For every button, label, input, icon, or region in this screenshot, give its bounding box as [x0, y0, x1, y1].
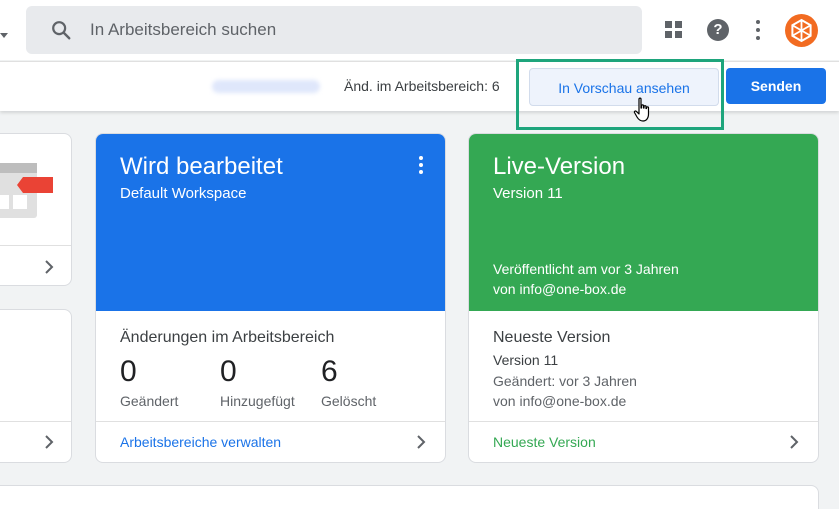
partial-left-card-top	[0, 133, 72, 286]
account-dropdown-caret-icon[interactable]	[0, 33, 8, 38]
workspace-card: Wird bearbeitet Default Workspace Änderu…	[95, 133, 446, 463]
top-app-bar: In Arbeitsbereich suchen ?	[0, 0, 839, 60]
partial-left-card-bottom	[0, 309, 72, 463]
live-version-number: Version 11	[493, 185, 563, 202]
account-avatar[interactable]	[785, 14, 818, 47]
more-vert-icon[interactable]	[754, 20, 762, 40]
manage-workspaces-link[interactable]: Arbeitsbereiche verwalten	[120, 434, 281, 450]
latest-version-changed: Geändert: vor 3 Jahren	[493, 373, 637, 389]
latest-version-number: Version 11	[493, 352, 559, 368]
hand-pointer-cursor-icon	[633, 97, 650, 122]
send-button[interactable]: Senden	[726, 68, 826, 104]
stat-changed: 0 Geändert	[120, 355, 178, 409]
latest-version-heading: Neueste Version	[493, 329, 611, 346]
search-bar[interactable]: In Arbeitsbereich suchen	[26, 6, 642, 54]
search-input[interactable]: In Arbeitsbereich suchen	[90, 20, 276, 40]
chevron-right-icon[interactable]	[44, 435, 54, 449]
workspace-more-icon[interactable]	[418, 156, 424, 174]
search-icon[interactable]	[50, 19, 72, 41]
stat-label: Gelöscht	[321, 393, 377, 409]
chevron-right-icon[interactable]	[44, 260, 54, 274]
stat-label: Geändert	[120, 393, 179, 409]
stat-value: 6	[321, 355, 338, 388]
workspace-changes-count: Änd. im Arbeitsbereich: 6	[344, 78, 500, 94]
workspace-changes-heading: Änderungen im Arbeitsbereich	[120, 329, 335, 346]
latest-version-author: von info@one-box.de	[493, 393, 627, 409]
stat-value: 0	[120, 355, 137, 388]
partial-bottom-card	[0, 485, 819, 509]
published-date: Veröffentlicht am vor 3 Jahren	[493, 261, 679, 277]
stat-label: Hinzugefügt	[220, 393, 295, 409]
apps-grid-icon[interactable]	[665, 21, 683, 39]
workspace-name: Default Workspace	[120, 185, 247, 202]
blurred-container-id	[212, 80, 320, 93]
container-illustration-icon	[0, 163, 53, 218]
avatar-logo-icon	[791, 18, 812, 43]
chevron-right-icon[interactable]	[789, 435, 799, 449]
live-version-card: Live-Version Version 11 Veröffentlicht a…	[468, 133, 819, 463]
help-icon[interactable]: ?	[707, 19, 729, 41]
published-by: von info@one-box.de	[493, 281, 627, 297]
live-version-header: Live-Version Version 11 Veröffentlicht a…	[469, 134, 818, 311]
stat-added: 0 Hinzugefügt	[220, 355, 295, 409]
live-version-title: Live-Version	[493, 153, 626, 180]
latest-version-link[interactable]: Neueste Version	[493, 434, 596, 450]
chevron-right-icon[interactable]	[416, 435, 426, 449]
stat-deleted: 6 Gelöscht	[321, 355, 376, 409]
workspace-card-title: Wird bearbeitet	[120, 153, 283, 180]
workspace-card-header: Wird bearbeitet Default Workspace	[96, 134, 445, 311]
stat-value: 0	[220, 355, 237, 388]
workspace-toolbar: Änd. im Arbeitsbereich: 6 In Vorschau an…	[0, 59, 839, 130]
preview-button[interactable]: In Vorschau ansehen	[529, 68, 719, 106]
